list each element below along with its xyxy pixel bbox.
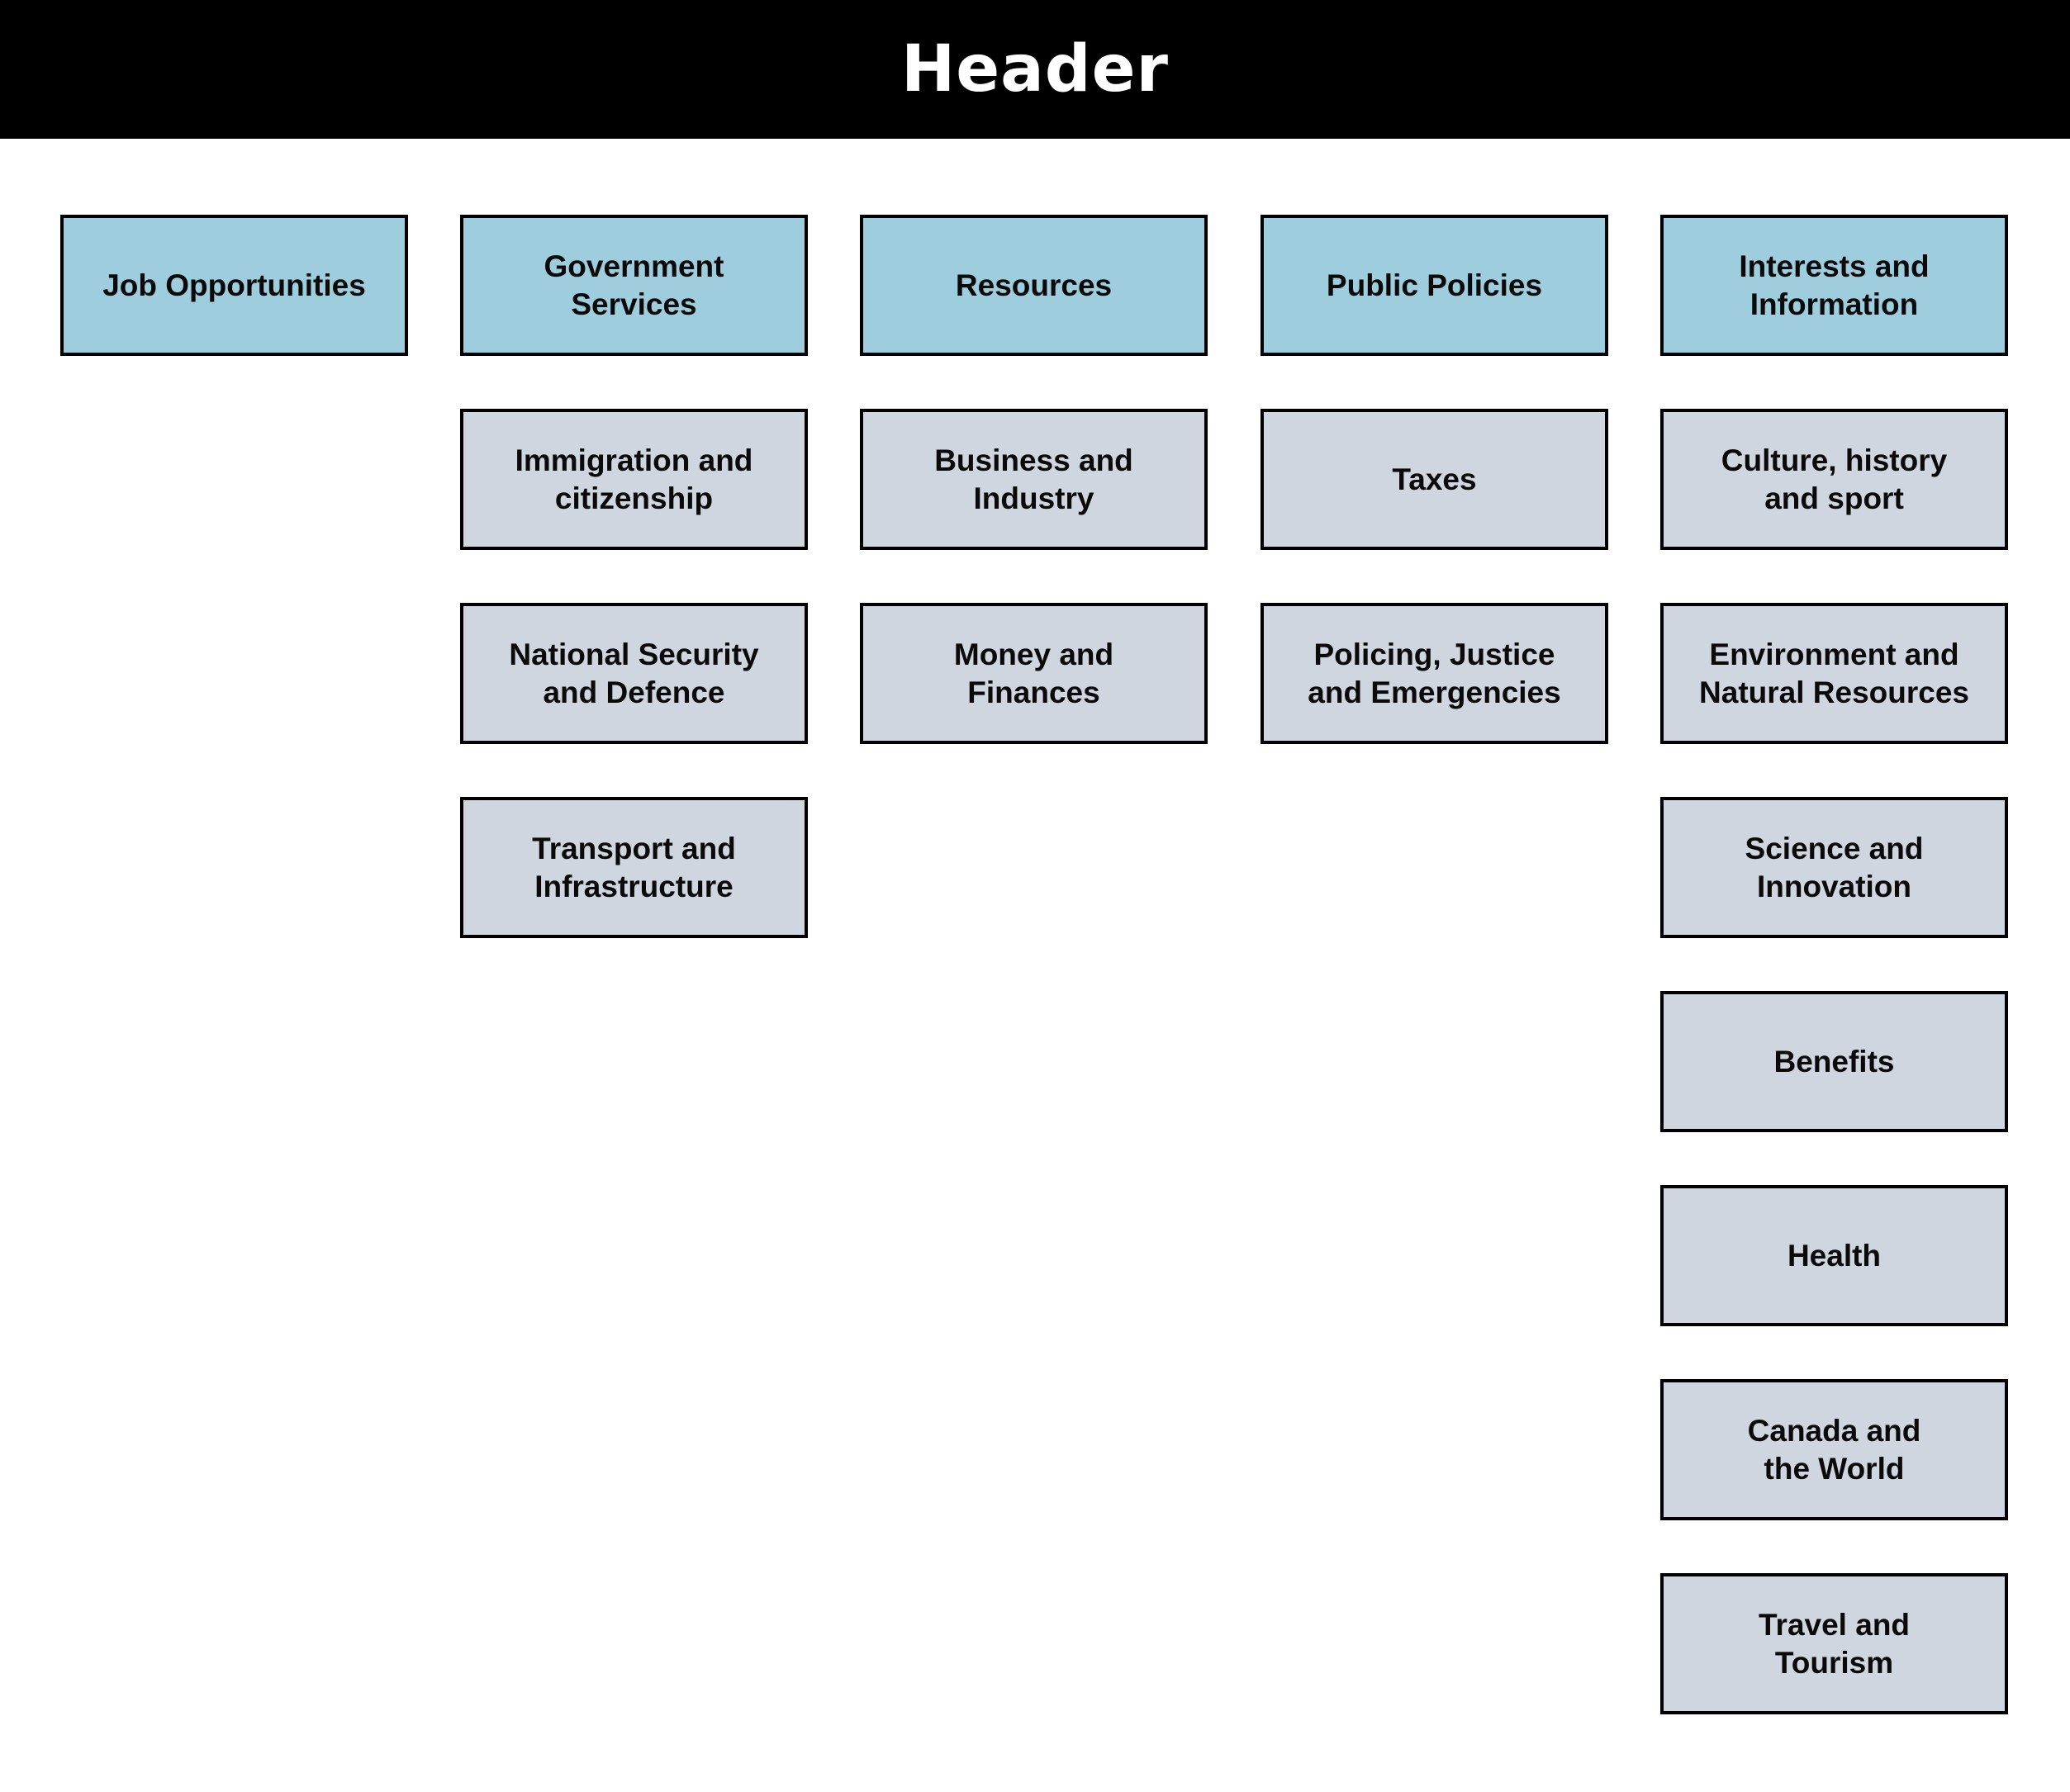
subcategory-health[interactable]: Health — [1660, 1185, 2008, 1326]
subcategory-immigration-citizenship[interactable]: Immigration and citizenship — [460, 409, 808, 550]
subcategory-label: Health — [1787, 1238, 1882, 1273]
subcategory-benefits[interactable]: Benefits — [1660, 991, 2008, 1132]
subcategory-business-industry[interactable]: Business and Industry — [860, 409, 1208, 550]
column-job-opportunities: Job Opportunities — [60, 215, 408, 409]
subcategory-money-finances[interactable]: Money and Finances — [860, 603, 1208, 744]
column-resources: Resources Business and Industry Money an… — [860, 215, 1208, 797]
subcategory-culture-history-sport[interactable]: Culture, history and sport — [1660, 409, 2008, 550]
subcategory-national-security-defence[interactable]: National Security and Defence — [460, 603, 808, 744]
subcategory-label: Science and Innovation — [1745, 831, 1924, 903]
category-label: Interests and Information — [1739, 249, 1930, 321]
subcategory-label: Benefits — [1773, 1044, 1895, 1079]
subcategory-label: Transport and Infrastructure — [532, 831, 736, 903]
subcategory-label: Policing, Justice and Emergencies — [1308, 637, 1561, 709]
column-government-services: Government Services Immigration and citi… — [460, 215, 808, 991]
header-bar: Header — [0, 0, 2070, 139]
category-interests-information[interactable]: Interests and Information — [1660, 215, 2008, 356]
category-label: Public Policies — [1326, 268, 1543, 302]
subcategory-label: Money and Finances — [953, 637, 1114, 709]
subcategory-science-innovation[interactable]: Science and Innovation — [1660, 797, 2008, 938]
category-government-services[interactable]: Government Services — [460, 215, 808, 356]
subcategory-label: National Security and Defence — [509, 637, 759, 709]
subcategory-label: Taxes — [1392, 462, 1477, 496]
subcategory-policing-justice-emergencies[interactable]: Policing, Justice and Emergencies — [1261, 603, 1608, 744]
subcategory-label: Canada and the World — [1747, 1413, 1921, 1486]
category-job-opportunities[interactable]: Job Opportunities — [60, 215, 408, 356]
category-label: Government Services — [544, 249, 724, 321]
category-public-policies[interactable]: Public Policies — [1261, 215, 1608, 356]
subcategory-environment-natural-resources[interactable]: Environment and Natural Resources — [1660, 603, 2008, 744]
category-resources[interactable]: Resources — [860, 215, 1208, 356]
subcategory-travel-tourism[interactable]: Travel and Tourism — [1660, 1573, 2008, 1714]
subcategory-taxes[interactable]: Taxes — [1261, 409, 1608, 550]
header-title: Header — [900, 32, 1170, 107]
subcategory-label: Culture, history and sport — [1721, 443, 1948, 515]
category-label: Job Opportunities — [102, 268, 366, 302]
subcategory-label: Immigration and citizenship — [515, 443, 753, 515]
category-label: Resources — [955, 268, 1113, 302]
column-public-policies: Public Policies Taxes Policing, Justice … — [1261, 215, 1608, 797]
subcategory-transport-infrastructure[interactable]: Transport and Infrastructure — [460, 797, 808, 938]
subcategory-canada-and-the-world[interactable]: Canada and the World — [1660, 1379, 2008, 1520]
subcategory-label: Business and Industry — [934, 443, 1133, 515]
subcategory-label: Travel and Tourism — [1758, 1607, 1911, 1680]
subcategory-label: Environment and Natural Resources — [1699, 637, 1969, 709]
column-interests-information: Interests and Information Culture, histo… — [1660, 215, 2008, 1767]
